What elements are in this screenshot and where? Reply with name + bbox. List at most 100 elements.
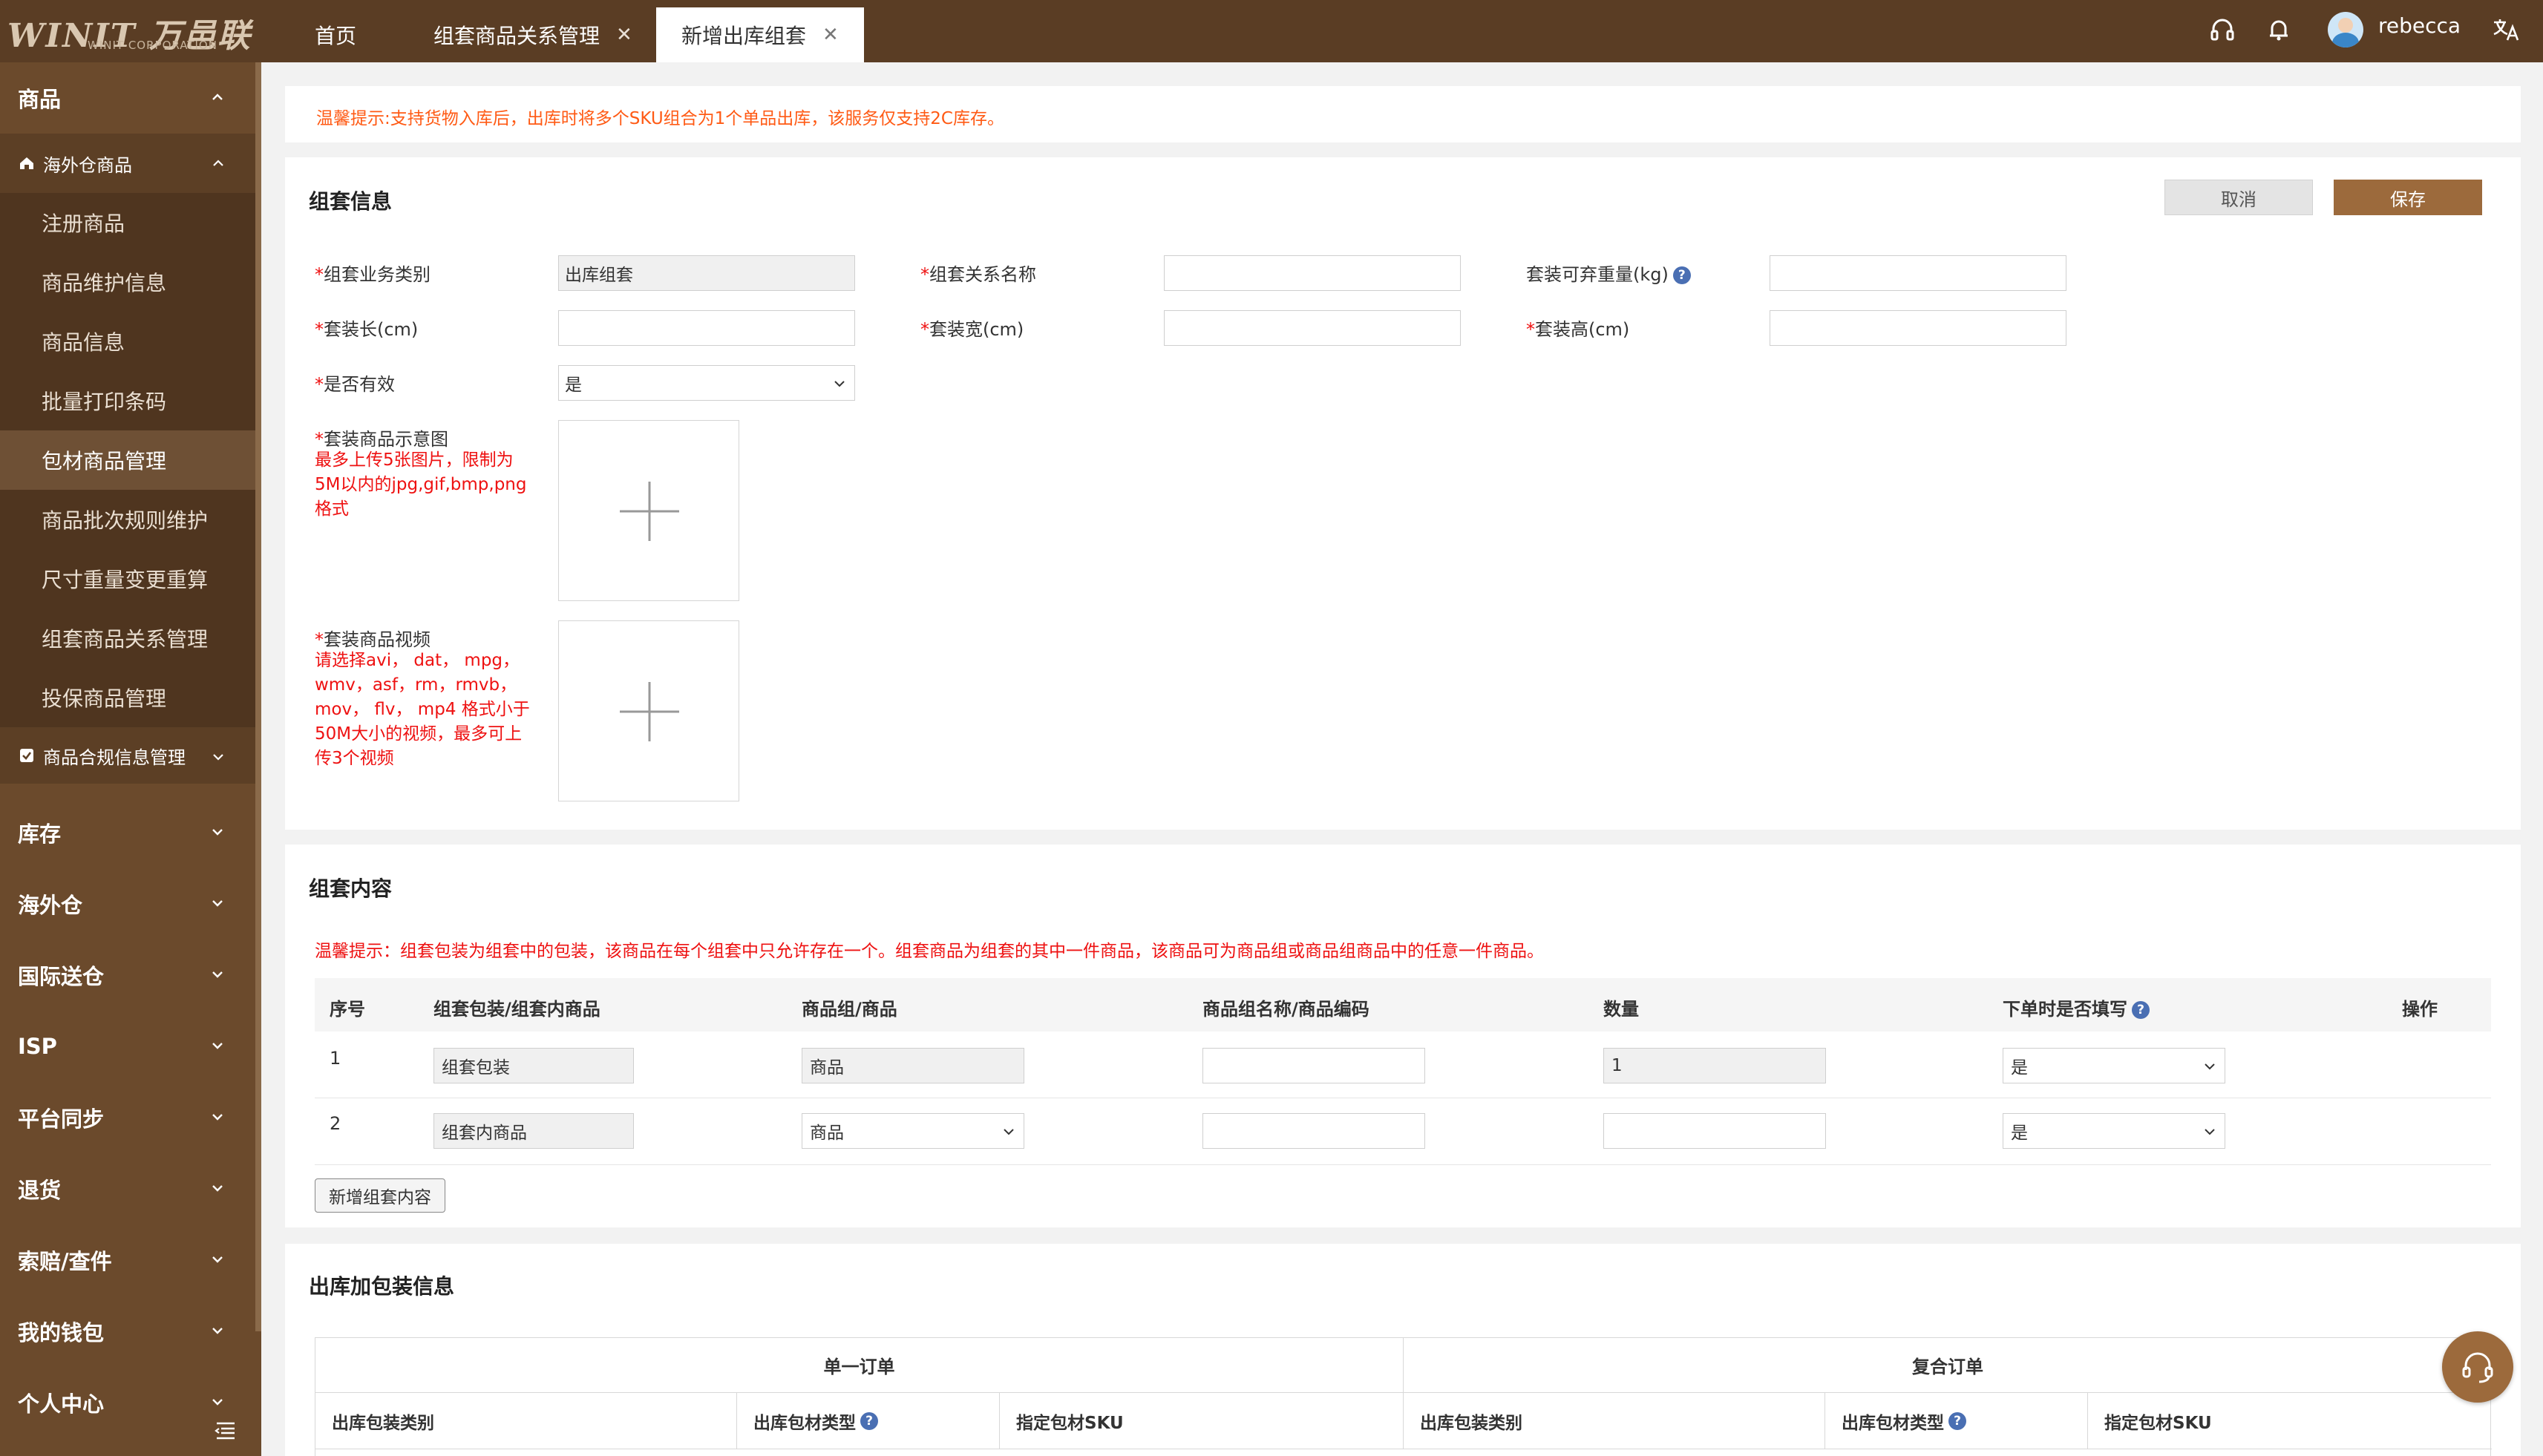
sidebar-item-packaging-goods[interactable]: 包材商品管理 (0, 430, 255, 490)
sidebar-group-label: 退货 (18, 1178, 62, 1203)
sidebar-subgroup-label: 商品合规信息管理 (43, 747, 186, 768)
discard-weight-input[interactable] (1770, 255, 2066, 291)
column-header: 商品组名称/商品编码 (1202, 999, 1369, 1020)
sidebar-item-dimension-recalc[interactable]: 尺寸重量变更重算 (0, 549, 255, 609)
video-hint: 请选择avi， dat， mpg，wmv，asf，rm，rmvb，mov， fl… (315, 651, 530, 768)
sidebar-item-goods-info[interactable]: 商品信息 (0, 312, 255, 371)
width-input[interactable] (1164, 310, 1461, 346)
label-text: 套装高(cm) (1535, 319, 1630, 340)
add-combo-content-button[interactable]: 新增组套内容 (315, 1178, 445, 1213)
sidebar-group-inventory[interactable]: 库存 (0, 797, 255, 868)
customer-service-button[interactable] (2442, 1331, 2513, 1403)
packaging-table: 单一订单 复合订单 出库包装类别 出库包材类型? 指定包材SKU 出库包装类别 … (315, 1337, 2492, 1456)
plus-icon (620, 682, 679, 741)
bell-icon[interactable] (2262, 13, 2295, 46)
avatar[interactable] (2328, 12, 2363, 47)
composite-order-header: 复合订单 (1404, 1338, 2492, 1393)
sidebar-group-claims[interactable]: 索赔/查件 (0, 1224, 255, 1296)
video-upload[interactable] (558, 620, 739, 801)
chevron-down-icon (212, 1328, 223, 1334)
chevron-down-icon (212, 1185, 223, 1192)
tab-combo-relation[interactable]: 组套商品关系管理 ✕ (433, 7, 632, 62)
sidebar-group-isp[interactable]: ISP (0, 1011, 255, 1082)
tab-label: 新增出库组套 (681, 24, 807, 48)
label-text: 组套关系名称 (929, 264, 1036, 285)
image-hint: 最多上传5张图片，限制为5M以内的jpg,gif,bmp,png格式 (315, 450, 527, 519)
tab-new-outbound-combo[interactable]: 新增出库组套 ✕ (656, 7, 864, 62)
sidebar-item-label: 批量打印条码 (42, 390, 167, 414)
tab-home[interactable]: 首页 (315, 7, 356, 62)
quantity-input[interactable] (1603, 1113, 1826, 1149)
sidebar-subgroup-compliance[interactable]: 商品合规信息管理 (0, 727, 255, 784)
sidebar-group-label: 我的钱包 (18, 1320, 105, 1345)
save-button[interactable]: 保存 (2334, 180, 2482, 215)
tip-card: 温馨提示:支持货物入库后，出库时将多个SKU组合为1个单品出库，该服务仅支持2C… (285, 86, 2521, 142)
required-mark: * (315, 264, 324, 285)
row-index: 2 (330, 1113, 341, 1134)
sidebar-item-label: 商品批次规则维护 (42, 508, 209, 533)
height-input[interactable] (1770, 310, 2066, 346)
valid-select[interactable]: 是 (558, 365, 855, 401)
outbound-packaging-card: 出库加包装信息 单一订单 复合订单 出库包装类别 出库包材类型? 指定包材SKU… (285, 1244, 2521, 1456)
chevron-down-icon (212, 971, 223, 978)
sidebar-item-combo-relation[interactable]: 组套商品关系管理 (0, 609, 255, 668)
sidebar-group-wallet[interactable]: 我的钱包 (0, 1296, 255, 1367)
fill-on-order-select[interactable]: 是 (2003, 1113, 2225, 1149)
length-input[interactable] (558, 310, 855, 346)
menu-collapse-icon[interactable] (212, 1417, 238, 1443)
help-icon[interactable]: ? (1948, 1411, 1966, 1430)
sidebar-group-label: 平台同步 (18, 1106, 105, 1132)
sidebar-group-overseas-warehouse[interactable]: 海外仓 (0, 868, 255, 939)
relation-name-input[interactable] (1164, 255, 1461, 291)
row-index: 1 (330, 1048, 341, 1069)
logo-subtitle: WINIT CORPORATION (88, 39, 217, 52)
sidebar-item-label: 商品维护信息 (42, 271, 167, 295)
combo-type-field: 组套内商品 (433, 1113, 634, 1149)
sidebar-item-register-goods[interactable]: 注册商品 (0, 193, 255, 252)
section-title: 组套信息 (309, 189, 393, 214)
help-icon[interactable]: ? (1672, 266, 1691, 284)
field-value: 1 (1611, 1056, 1623, 1075)
username[interactable]: rebecca (2378, 13, 2461, 38)
goods-code-input[interactable] (1202, 1113, 1425, 1149)
sidebar-item-goods-maintenance[interactable]: 商品维护信息 (0, 252, 255, 312)
business-type-label: *组套业务类别 (315, 260, 431, 286)
chevron-down-icon (212, 1114, 223, 1121)
sidebar-scrollbar[interactable] (255, 62, 261, 1331)
table-row: 1 组套包装 商品 1 是 (315, 1032, 2491, 1098)
table-row: 2 组套内商品 商品 是 (315, 1098, 2491, 1165)
column-header: 出库包装类别 (1404, 1393, 1825, 1449)
sidebar-item-batch-rules[interactable]: 商品批次规则维护 (0, 490, 255, 549)
length-label: *套装长(cm) (315, 315, 418, 341)
section-title: 组套内容 (309, 876, 393, 901)
image-upload[interactable] (558, 420, 739, 601)
header-text: 出库包材类型 (753, 1413, 856, 1433)
sidebar-group-label: ISP (18, 1034, 57, 1059)
goods-code-input[interactable] (1202, 1048, 1425, 1083)
sidebar-group-goods[interactable]: 商品 (0, 62, 255, 134)
sidebar-group-returns[interactable]: 退货 (0, 1153, 255, 1224)
section-title: 出库加包装信息 (309, 1274, 455, 1299)
tip-text: 温馨提示:支持货物入库后，出库时将多个SKU组合为1个单品出库，该服务仅支持2C… (316, 109, 1004, 128)
help-icon[interactable]: ? (2132, 1001, 2150, 1019)
sidebar-item-insured-goods[interactable]: 投保商品管理 (0, 668, 255, 727)
required-mark: * (920, 319, 929, 340)
close-icon[interactable]: ✕ (822, 24, 839, 46)
translate-icon[interactable] (2490, 13, 2522, 46)
tab-label: 组套商品关系管理 (433, 24, 600, 48)
top-bar: WINIT 万邑联 WINIT CORPORATION 首页 组套商品关系管理 … (0, 0, 2543, 62)
sidebar-group-label: 索赔/查件 (18, 1249, 112, 1274)
sidebar-subgroup-overseas-goods[interactable]: 海外仓商品 (0, 134, 255, 193)
goods-type-select[interactable]: 商品 (802, 1113, 1024, 1149)
chevron-down-icon (212, 1256, 223, 1263)
fill-on-order-select[interactable]: 是 (2003, 1048, 2225, 1083)
sidebar-item-batch-print-barcode[interactable]: 批量打印条码 (0, 371, 255, 430)
required-mark: * (315, 629, 324, 650)
sidebar-group-international-delivery[interactable]: 国际送仓 (0, 939, 255, 1011)
headset-icon[interactable] (2206, 13, 2239, 46)
chevron-down-icon (2205, 1129, 2215, 1135)
sidebar-group-platform-sync[interactable]: 平台同步 (0, 1082, 255, 1153)
cancel-button[interactable]: 取消 (2164, 180, 2313, 215)
help-icon[interactable]: ? (860, 1411, 878, 1430)
close-icon[interactable]: ✕ (616, 24, 632, 46)
